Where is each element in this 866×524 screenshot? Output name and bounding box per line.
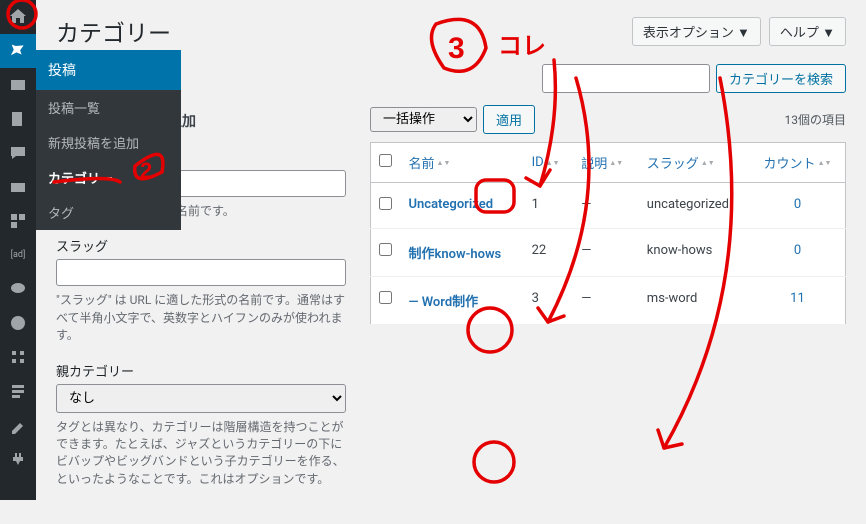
table-row: — Word制作 3—ms-word 11 — [371, 277, 846, 325]
cell-name: 制作know-hows — [401, 229, 524, 277]
appearance-icon[interactable] — [0, 408, 36, 442]
col-desc: 説明▲▼ — [573, 143, 639, 183]
media-icon[interactable] — [0, 68, 36, 102]
category-search-input[interactable] — [542, 64, 710, 93]
categories-table: 名前▲▼ ID▲▼ 説明▲▼ スラッグ▲▼ カウント▲▼ Uncategoriz… — [370, 142, 846, 325]
cell-name: — Word制作 — [401, 277, 524, 325]
submenu-header[interactable]: 投稿 — [36, 50, 181, 90]
contact-icon[interactable] — [0, 170, 36, 204]
row-checkbox[interactable] — [379, 291, 392, 304]
parent-help: タグとは異なり、カテゴリーは階層構造を持つことができます。たとえば、ジャズという… — [56, 419, 346, 489]
grid-icon[interactable] — [0, 340, 36, 374]
search-submit-button[interactable]: カテゴリーを検索 — [716, 64, 846, 93]
form-icon[interactable] — [0, 374, 36, 408]
pages-icon[interactable] — [0, 102, 36, 136]
ad-icon[interactable]: [ad] — [0, 238, 36, 272]
blocks-icon[interactable] — [0, 204, 36, 238]
admin-sidebar: [ad] — [0, 0, 36, 500]
category-link[interactable]: Uncategorized — [409, 197, 494, 212]
bulk-action-select[interactable]: 一括操作 — [370, 107, 477, 132]
slug-help: "スラッグ" は URL に適した形式の名前です。通常はすべて半角小文字で、英数… — [56, 292, 346, 344]
cell-count: 11 — [750, 277, 846, 325]
cell-slug: know-hows — [639, 229, 750, 277]
col-id: ID▲▼ — [524, 143, 574, 183]
table-row: 制作know-hows 22—know-hows 0 — [371, 229, 846, 277]
slug-input[interactable] — [56, 259, 346, 286]
bulk-apply-button[interactable]: 適用 — [483, 105, 535, 134]
row-checkbox[interactable] — [379, 197, 392, 210]
cell-slug: ms-word — [639, 277, 750, 325]
cell-id: 1 — [524, 183, 574, 229]
submenu-categories[interactable]: カテゴリー — [36, 160, 181, 195]
category-link[interactable]: 制作know-hows — [409, 247, 502, 262]
pin-icon[interactable] — [0, 34, 36, 68]
row-checkbox[interactable] — [379, 243, 392, 256]
cell-count: 0 — [750, 183, 846, 229]
slug-label: スラッグ — [56, 236, 346, 255]
submenu-add-new[interactable]: 新規投稿を追加 — [36, 125, 181, 160]
page-title: カテゴリー — [56, 14, 171, 48]
posts-submenu: 投稿 投稿一覧 新規投稿を追加 カテゴリー タグ — [36, 50, 181, 230]
count-link[interactable]: 11 — [790, 291, 805, 306]
cell-desc: — — [573, 229, 639, 277]
count-link[interactable]: 0 — [794, 243, 801, 258]
home-icon[interactable] — [0, 0, 36, 34]
plugins-icon[interactable] — [0, 442, 36, 476]
comments-icon[interactable] — [0, 136, 36, 170]
cell-name: Uncategorized — [401, 183, 524, 229]
jetpack-icon[interactable] — [0, 306, 36, 340]
item-count: 13個の項目 — [785, 111, 847, 128]
screen-options-button[interactable]: 表示オプション ▼ — [632, 17, 761, 46]
col-slug: スラッグ▲▼ — [639, 143, 750, 183]
col-name: 名前▲▼ — [401, 143, 524, 183]
cell-id: 3 — [524, 277, 574, 325]
select-all-checkbox[interactable] — [379, 154, 392, 167]
cell-desc: — — [573, 183, 639, 229]
submenu-tags[interactable]: タグ — [36, 195, 181, 230]
parent-label: 親カテゴリー — [56, 361, 346, 380]
help-button[interactable]: ヘルプ ▼ — [769, 17, 846, 46]
chat-icon[interactable] — [0, 272, 36, 306]
submenu-all-posts[interactable]: 投稿一覧 — [36, 90, 181, 125]
cell-desc: — — [573, 277, 639, 325]
table-row: Uncategorized 1—uncategorized 0 — [371, 183, 846, 229]
count-link[interactable]: 0 — [794, 197, 801, 212]
cell-slug: uncategorized — [639, 183, 750, 229]
parent-select[interactable]: なし — [56, 384, 346, 413]
col-count: カウント▲▼ — [750, 143, 846, 183]
category-link[interactable]: — Word制作 — [409, 295, 479, 310]
cell-id: 22 — [524, 229, 574, 277]
cell-count: 0 — [750, 229, 846, 277]
